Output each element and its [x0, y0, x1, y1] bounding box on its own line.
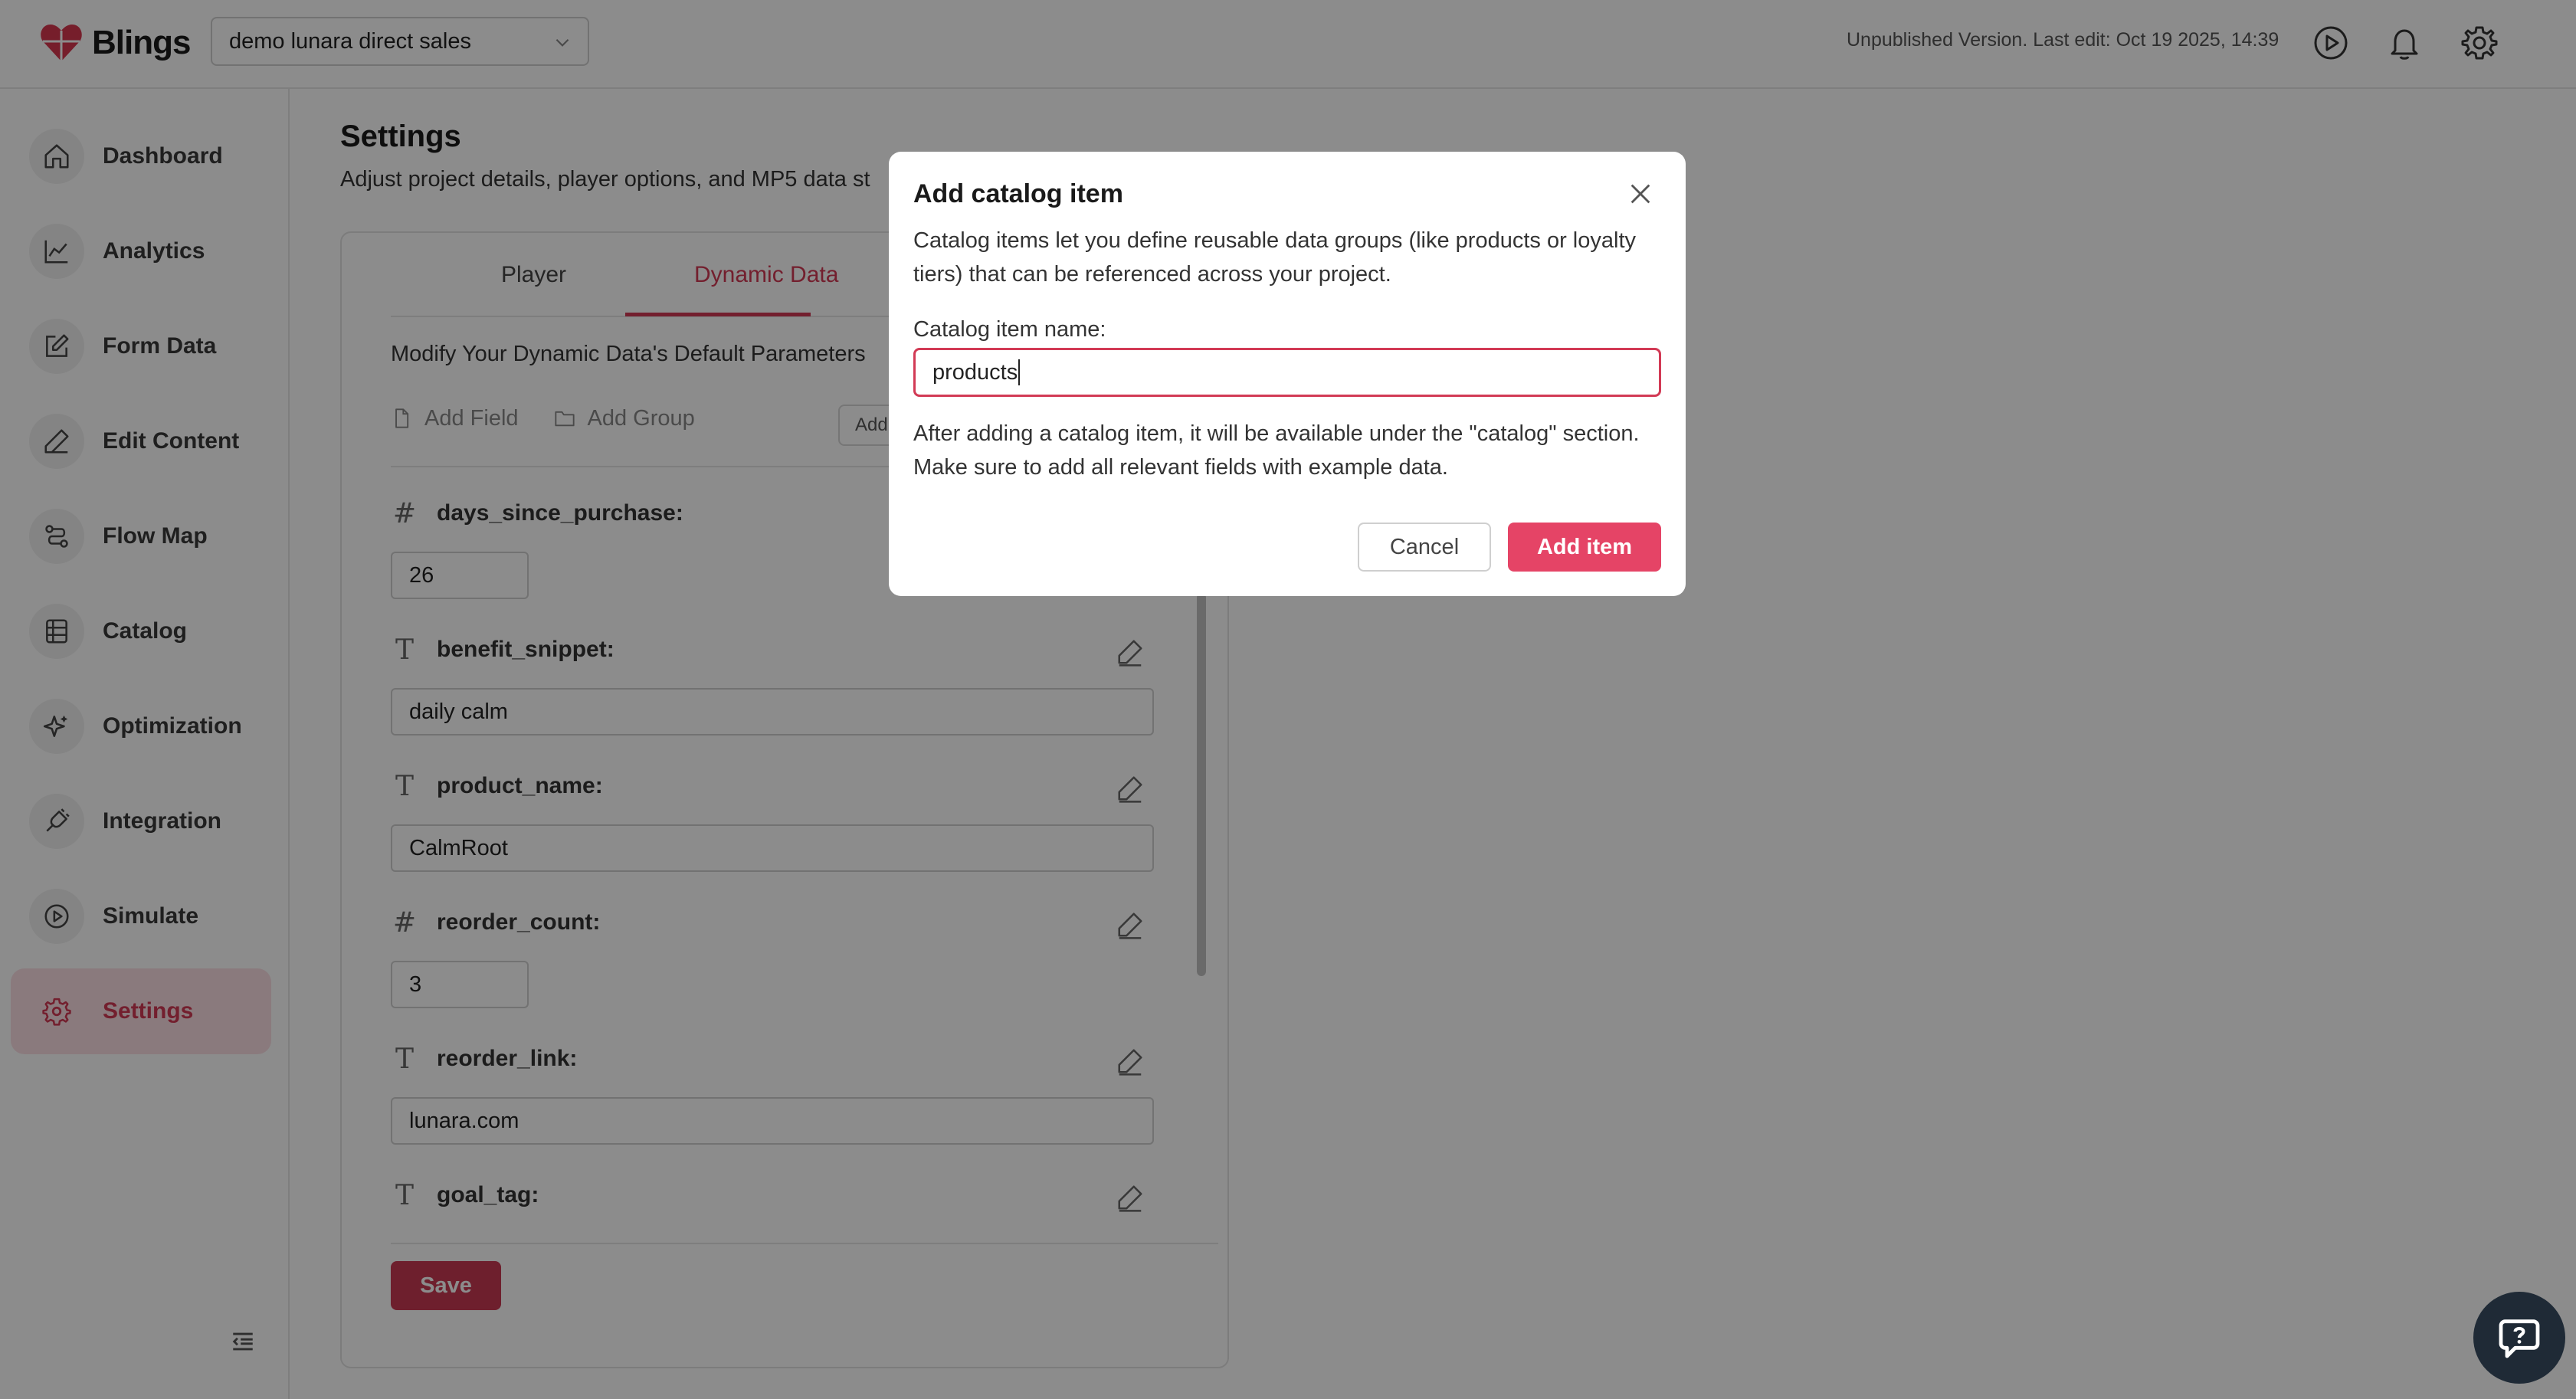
help-chat-button[interactable] [2473, 1292, 2565, 1384]
add-item-button[interactable]: Add item [1508, 523, 1661, 572]
add-catalog-item-dialog: Add catalog item Catalog items let you d… [889, 152, 1686, 596]
close-icon[interactable] [1627, 181, 1653, 207]
catalog-item-name-input[interactable]: products [913, 348, 1661, 397]
text-caret [1018, 359, 1021, 385]
dialog-note: After adding a catalog item, it will be … [913, 421, 1640, 480]
dialog-title: Add catalog item [913, 179, 1123, 208]
dialog-description: Catalog items let you define reusable da… [913, 228, 1637, 287]
chat-help-icon [2499, 1319, 2540, 1358]
catalog-item-name-label: Catalog item name: [913, 317, 1106, 342]
input-value: products [932, 359, 1018, 385]
cancel-button[interactable]: Cancel [1358, 523, 1491, 572]
